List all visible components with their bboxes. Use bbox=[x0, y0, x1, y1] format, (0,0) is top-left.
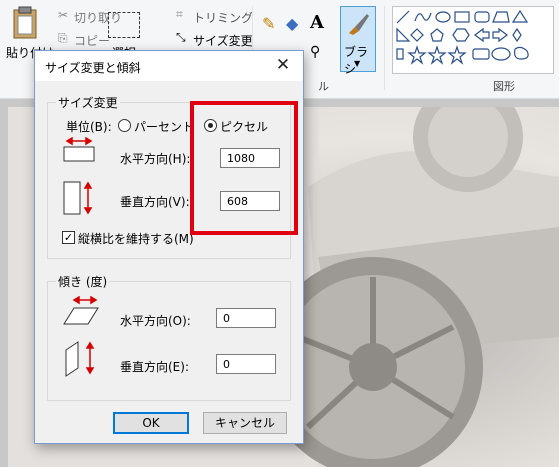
keep-ratio-label[interactable]: 縦横比を維持する(M) bbox=[78, 230, 194, 247]
fill-icon[interactable]: ◆ bbox=[286, 14, 298, 33]
skew-vertical-input[interactable]: 0 bbox=[216, 354, 276, 374]
annotation-highlight-box bbox=[190, 101, 298, 235]
toy-wheel-image bbox=[278, 107, 559, 467]
horizontal-skew-icon bbox=[63, 296, 99, 325]
select-icon[interactable] bbox=[108, 12, 140, 38]
close-icon[interactable]: ✕ bbox=[273, 55, 293, 75]
skew-group: 傾き (度) 水平方向(O): 0 垂直方向(E): 0 bbox=[47, 273, 291, 401]
ribbon-separator bbox=[384, 6, 385, 90]
magnifier-icon[interactable]: ⚲ bbox=[310, 44, 320, 60]
clipboard-icon[interactable] bbox=[10, 6, 40, 40]
percent-radio[interactable] bbox=[118, 119, 131, 132]
shapes-icon bbox=[396, 9, 529, 65]
scissors-icon[interactable]: ✂ bbox=[58, 8, 68, 22]
horizontal-label: 水平方向(H): bbox=[120, 152, 191, 166]
skew-horizontal-label: 水平方向(O): bbox=[120, 314, 191, 328]
copy-icon[interactable]: ⎘ bbox=[58, 31, 68, 46]
percent-label[interactable]: パーセント bbox=[134, 118, 194, 135]
brush-icon bbox=[349, 14, 369, 35]
brush-button[interactable]: ブラシ ▼ bbox=[340, 6, 376, 76]
shapes-gallery[interactable] bbox=[392, 6, 554, 74]
crop-button[interactable]: トリミング bbox=[193, 9, 253, 26]
skew-vertical-label: 垂直方向(E): bbox=[120, 360, 189, 374]
dialog-title: サイズ変更と傾斜 bbox=[45, 61, 141, 75]
tools-group-label: ル bbox=[318, 80, 329, 93]
resize-icon[interactable]: ⤡ bbox=[176, 30, 186, 45]
skew-horizontal-input[interactable]: 0 bbox=[216, 308, 276, 328]
crop-icon[interactable]: ⌗ bbox=[176, 7, 183, 22]
skew-legend: 傾き (度) bbox=[56, 273, 110, 290]
resize-button[interactable]: サイズ変更 bbox=[193, 32, 253, 49]
unit-label: 単位(B): bbox=[66, 120, 112, 134]
vertical-label: 垂直方向(V): bbox=[120, 195, 190, 209]
vertical-resize-icon bbox=[63, 181, 93, 215]
shapes-group-label: 図形 bbox=[493, 80, 515, 93]
copy-button[interactable]: コピー bbox=[74, 32, 110, 49]
keep-ratio-checkbox[interactable]: ✓ bbox=[62, 231, 75, 244]
horizontal-resize-icon bbox=[63, 137, 95, 162]
dialog-titlebar[interactable]: サイズ変更と傾斜 ✕ bbox=[35, 51, 303, 81]
resize-legend: サイズ変更 bbox=[56, 94, 120, 111]
chevron-down-icon: ▼ bbox=[354, 59, 361, 68]
pencil-icon[interactable]: ✎ bbox=[262, 14, 275, 33]
text-icon[interactable]: A bbox=[310, 12, 324, 33]
ok-button[interactable]: OK bbox=[113, 412, 189, 434]
cancel-button[interactable]: キャンセル bbox=[203, 412, 287, 434]
vertical-skew-icon bbox=[65, 341, 95, 377]
